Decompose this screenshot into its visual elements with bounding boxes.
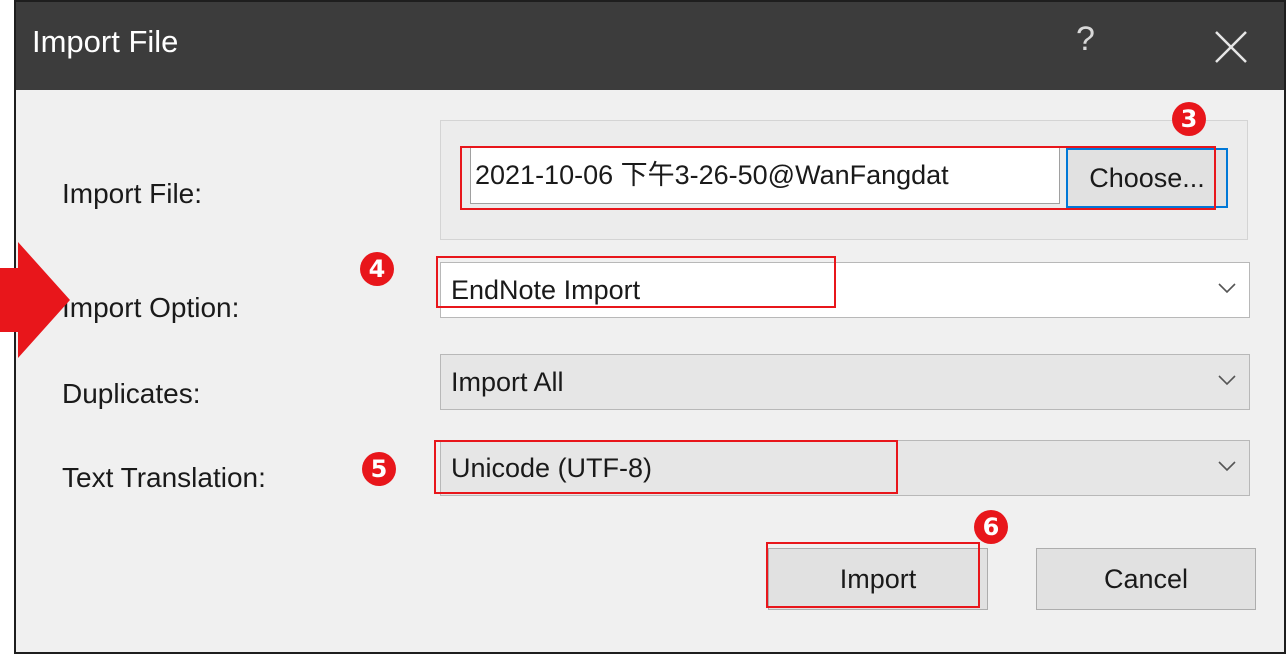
chevron-down-icon bbox=[1218, 461, 1236, 472]
cancel-button[interactable]: Cancel bbox=[1036, 548, 1256, 610]
import-file-label: Import File: bbox=[62, 178, 203, 209]
step-5-badge: 5 bbox=[362, 452, 396, 486]
close-icon[interactable] bbox=[1212, 28, 1250, 66]
highlight-import-option bbox=[436, 256, 836, 308]
highlight-import-file bbox=[460, 146, 1216, 210]
duplicates-value: Import All bbox=[451, 367, 564, 397]
chevron-down-icon bbox=[1218, 283, 1236, 294]
chevron-down-icon bbox=[1218, 375, 1236, 386]
dialog-title: Import File bbox=[32, 24, 179, 59]
step-3-badge: 3 bbox=[1172, 102, 1206, 136]
highlight-import-button bbox=[766, 542, 980, 608]
duplicates-label: Duplicates: bbox=[62, 378, 201, 409]
text-translation-label: Text Translation: bbox=[62, 462, 266, 493]
title-bar: Import File ? bbox=[16, 2, 1284, 90]
step-4-badge: 4 bbox=[360, 252, 394, 286]
import-file-dialog: Import File ? Import File: Import Option… bbox=[14, 0, 1286, 654]
help-button[interactable]: ? bbox=[1076, 20, 1095, 59]
highlight-text-translation bbox=[434, 440, 898, 494]
import-option-label: Import Option: bbox=[62, 292, 240, 323]
step-6-badge: 6 bbox=[974, 510, 1008, 544]
duplicates-select[interactable]: Import All bbox=[440, 354, 1250, 410]
arrow-pointer-icon bbox=[0, 242, 70, 358]
